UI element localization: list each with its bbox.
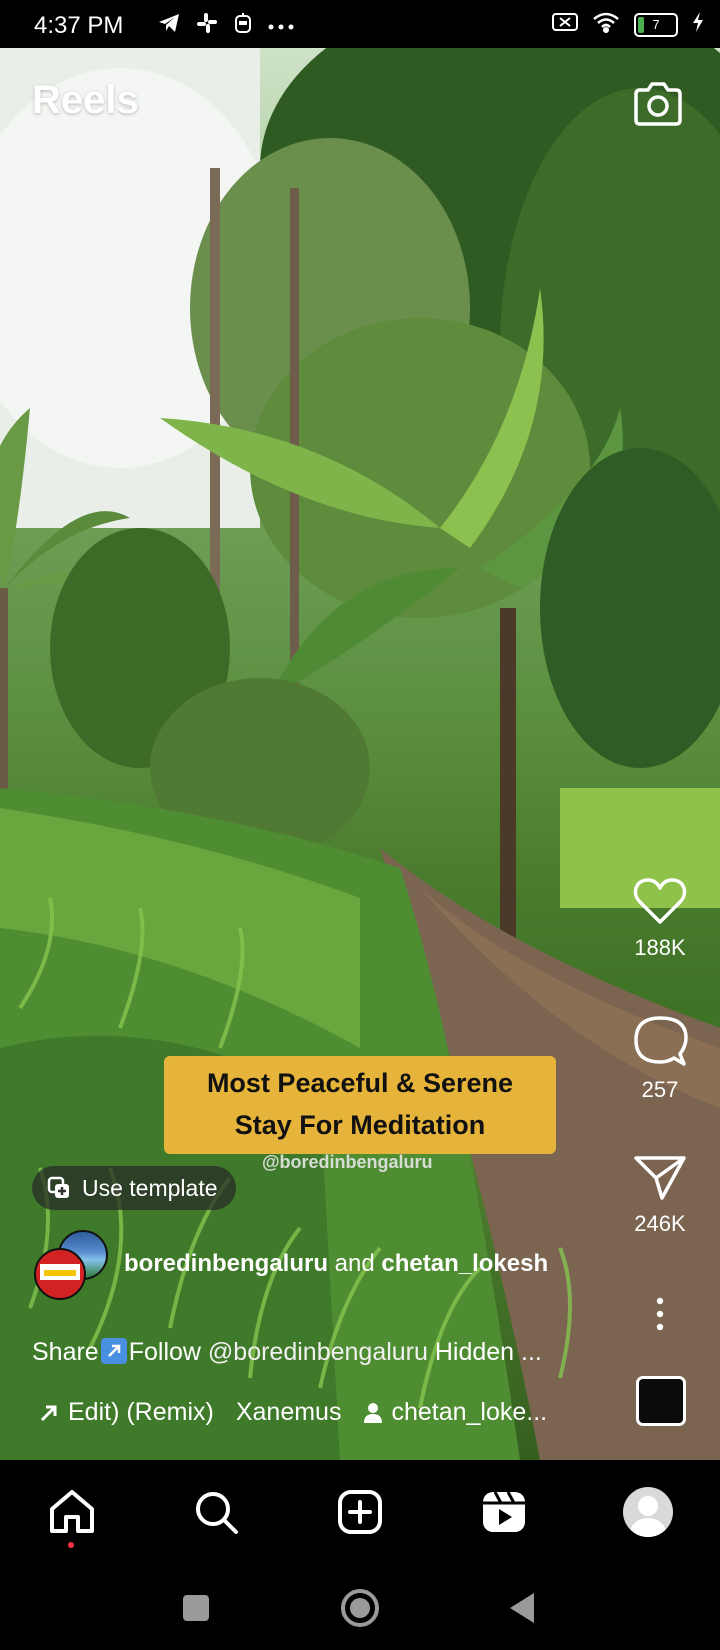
status-time: 4:37 PM bbox=[34, 12, 124, 39]
app-icon bbox=[234, 12, 252, 39]
comment-button[interactable]: 257 bbox=[620, 1014, 700, 1103]
camera-icon[interactable] bbox=[632, 80, 684, 128]
charging-icon bbox=[692, 12, 704, 37]
no-sim-icon bbox=[552, 12, 578, 37]
comment-count: 257 bbox=[641, 1077, 679, 1102]
share-button[interactable]: 246K bbox=[620, 1152, 700, 1237]
profile-icon[interactable] bbox=[620, 1484, 676, 1540]
telegram-icon bbox=[158, 13, 180, 38]
tagged-user-name: chetan_loke... bbox=[391, 1398, 548, 1426]
author-avatars[interactable] bbox=[34, 1230, 108, 1300]
person-icon bbox=[364, 1402, 383, 1423]
tagged-user[interactable]: chetan_loke... bbox=[363, 1398, 547, 1427]
author-line: boredinbengaluru and chetan_lokesh bbox=[124, 1250, 548, 1278]
avatar bbox=[623, 1487, 673, 1537]
audio-track-name: Edit) (Remix) bbox=[68, 1398, 214, 1426]
comment-icon bbox=[634, 1016, 688, 1066]
arrow-icon bbox=[40, 1405, 57, 1421]
avatar[interactable] bbox=[34, 1248, 86, 1300]
like-count: 188K bbox=[634, 935, 686, 960]
home-icon[interactable] bbox=[44, 1484, 100, 1540]
battery-level: 7 bbox=[652, 17, 660, 32]
collaborator-name[interactable]: chetan_lokesh bbox=[381, 1250, 548, 1277]
arrow-up-right-icon bbox=[100, 1338, 127, 1364]
home-notification-dot bbox=[68, 1542, 74, 1548]
status-left-icons bbox=[158, 12, 294, 39]
more-dots-icon bbox=[268, 17, 294, 35]
like-button[interactable]: 188K bbox=[620, 876, 700, 961]
description-rest: Hidden ... bbox=[434, 1338, 542, 1366]
create-icon[interactable] bbox=[332, 1484, 388, 1540]
reel-description[interactable]: Share Follow @boredinbengaluru Hidden ... bbox=[32, 1338, 592, 1367]
heart-icon bbox=[633, 878, 687, 924]
video-watermark: @boredinbengaluru bbox=[262, 1152, 433, 1172]
reel-video[interactable]: Most Peaceful & Serene Stay For Meditati… bbox=[0, 48, 720, 1460]
audio-row[interactable]: Edit) (Remix) Xanemus chetan_loke... bbox=[38, 1398, 547, 1427]
recents-button[interactable] bbox=[176, 1588, 216, 1628]
mention-link[interactable]: @boredinbengaluru bbox=[208, 1338, 428, 1366]
reels-screen: 4:37 PM 7 Most Peaceful & Serene Stay Fo… bbox=[0, 0, 720, 1650]
caption-line-2: Stay For Meditation bbox=[234, 1110, 486, 1140]
author-joiner: and bbox=[334, 1250, 375, 1277]
search-icon[interactable] bbox=[188, 1484, 244, 1540]
caption-line-1: Most Peaceful & Serene bbox=[206, 1068, 514, 1098]
author-name[interactable]: boredinbengaluru bbox=[124, 1250, 328, 1277]
slack-icon bbox=[196, 12, 218, 39]
video-scene bbox=[0, 48, 720, 1460]
share-count: 246K bbox=[634, 1211, 686, 1236]
use-template-label: Use template bbox=[82, 1174, 218, 1201]
share-text: Share bbox=[32, 1338, 99, 1366]
status-bar: 4:37 PM 7 bbox=[0, 0, 720, 48]
video-caption: Most Peaceful & Serene Stay For Meditati… bbox=[164, 1056, 556, 1154]
more-options-icon[interactable] bbox=[648, 1296, 672, 1332]
follow-text: Follow bbox=[128, 1338, 201, 1366]
bottom-nav bbox=[0, 1460, 720, 1566]
template-icon bbox=[47, 1176, 69, 1198]
audio-artist[interactable]: Xanemus bbox=[236, 1398, 342, 1427]
use-template-button[interactable]: Use template bbox=[32, 1166, 236, 1210]
send-icon bbox=[634, 1156, 686, 1200]
back-button[interactable] bbox=[504, 1588, 544, 1628]
home-button[interactable] bbox=[340, 1588, 380, 1628]
system-nav-bar bbox=[0, 1566, 720, 1650]
status-right-icons: 7 bbox=[552, 11, 704, 38]
reels-icon[interactable] bbox=[476, 1484, 532, 1540]
page-title: Reels bbox=[32, 78, 139, 122]
wifi-icon bbox=[592, 11, 620, 38]
audio-thumbnail[interactable] bbox=[636, 1376, 686, 1426]
battery-icon: 7 bbox=[634, 12, 678, 37]
audio-track[interactable]: Edit) (Remix) bbox=[38, 1398, 214, 1427]
